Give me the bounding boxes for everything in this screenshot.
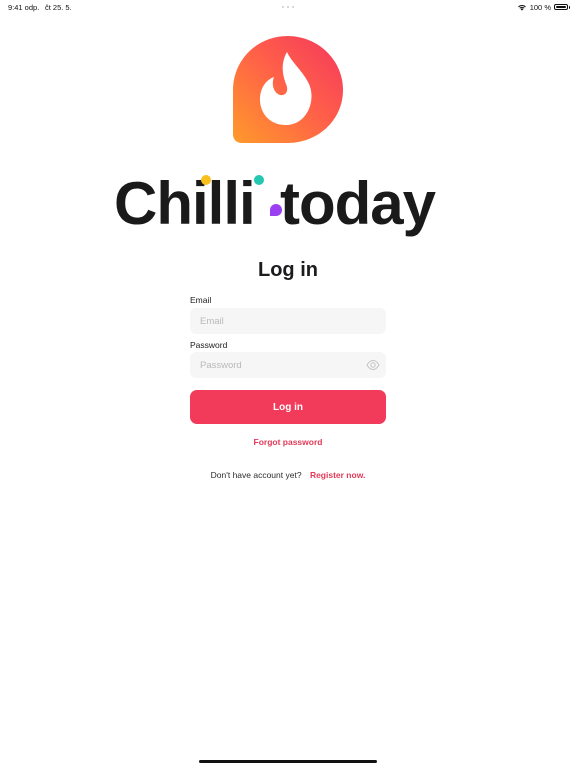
register-row: Don't have account yet? Register now. <box>0 470 576 480</box>
chilli-today-wordmark: Chilli today <box>114 170 438 237</box>
status-bar: 9:41 odp. čt 25. 5. 100 % <box>0 0 576 16</box>
battery-level-fill <box>556 6 566 8</box>
show-password-eye-icon[interactable] <box>366 359 380 371</box>
battery-icon <box>554 4 570 10</box>
svg-text:today: today <box>280 170 437 237</box>
multitasking-dots-icon[interactable] <box>282 6 294 8</box>
register-link[interactable]: Register now. <box>310 470 365 480</box>
forgot-password-text[interactable]: Forgot password <box>254 437 323 447</box>
login-title: Log in <box>258 259 318 281</box>
status-indicators: 100 % <box>517 2 570 12</box>
no-account-text: Don't have account yet? <box>210 470 302 480</box>
email-field[interactable] <box>190 308 386 334</box>
password-label: Password <box>190 340 228 350</box>
chilli-flame-logo <box>233 36 343 143</box>
password-field[interactable] <box>190 352 386 378</box>
wordmark-dot-purple <box>270 204 282 216</box>
login-button[interactable]: Log in <box>190 390 386 424</box>
status-date: čt 25. 5. <box>45 3 72 12</box>
svg-text:Chilli: Chilli <box>114 170 255 237</box>
wordmark-dot-yellow <box>201 175 211 185</box>
email-label: Email <box>190 295 212 305</box>
wifi-icon <box>517 5 526 11</box>
password-field-container <box>190 352 386 378</box>
wordmark-dot-teal <box>254 175 264 185</box>
battery-percent: 100 % <box>529 2 551 12</box>
email-field-container <box>190 308 386 334</box>
forgot-password-link: Forgot password <box>0 437 576 447</box>
home-indicator[interactable] <box>199 760 377 763</box>
status-time: 9:41 odp. <box>8 3 40 12</box>
